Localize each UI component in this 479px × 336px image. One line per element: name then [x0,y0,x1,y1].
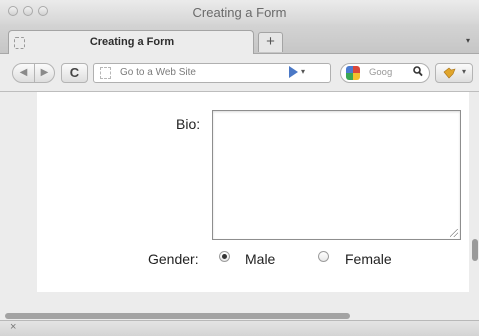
history-dropdown-icon[interactable]: ▾ [301,67,305,76]
gender-male-label[interactable]: Male [245,251,275,267]
bio-label: Bio: [176,116,201,132]
radio-selected-dot [222,254,227,259]
search-placeholder: Goog [369,67,393,78]
go-arrow-icon[interactable] [289,66,298,78]
forward-button[interactable]: ▶ [34,63,55,83]
google-search-engine-icon[interactable] [346,66,360,80]
gender-male-radio[interactable] [219,251,230,262]
search-bar[interactable]: Goog [340,63,430,83]
title-bar: Creating a Form [0,0,479,24]
page-viewport: Bio: Gender: Male Female [0,92,479,314]
vertical-scrollbar-thumb[interactable] [472,239,478,261]
new-tab-button[interactable]: + [258,32,283,52]
extensions-dropdown-icon[interactable]: ▾ [462,67,466,76]
gender-female-label[interactable]: Female [345,251,392,267]
search-icon[interactable] [413,66,423,80]
window-title: Creating a Form [192,5,287,20]
tab-overflow-icon[interactable]: ▾ [466,36,470,45]
url-placeholder: Go to a Web Site [120,67,196,78]
browser-window: Creating a Form Creating a Form + ▾ ◀ ▶ … [0,0,479,336]
bio-textarea[interactable] [212,110,461,240]
gender-label: Gender: [148,251,199,267]
reload-button[interactable]: C [61,63,88,83]
puzzle-icon [443,67,456,79]
resize-grip-icon[interactable] [450,229,458,237]
horizontal-scrollbar[interactable] [0,312,479,320]
status-bar: × [0,320,479,336]
url-favicon-icon [100,67,111,79]
extensions-button[interactable]: ▾ [435,63,473,83]
horizontal-scrollbar-thumb[interactable] [5,313,350,319]
back-button[interactable]: ◀ [12,63,35,83]
tab-strip: Creating a Form + ▾ [0,24,479,55]
gender-female-radio[interactable] [318,251,329,262]
close-statusbar-icon[interactable]: × [10,321,16,333]
tab-label: Creating a Form [89,36,175,48]
tab-creating-a-form[interactable]: Creating a Form [8,30,254,55]
navigation-toolbar: ◀ ▶ C Go to a Web Site ▾ Goog ▾ [0,54,479,92]
